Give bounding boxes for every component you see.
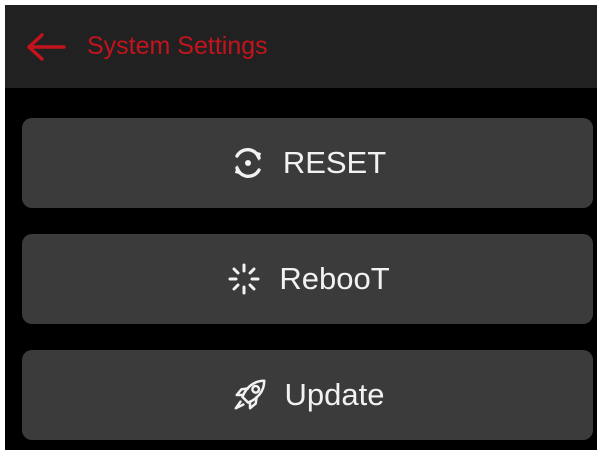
update-button[interactable]: Update [22,350,593,440]
arrow-left-icon [27,33,66,61]
update-label: Update [284,377,385,412]
header-bar: System Settings [5,5,597,88]
settings-screen: System Settings RESET RebooT Update [5,5,597,450]
reset-label: RESET [282,145,387,180]
reset-button[interactable]: RESET [22,118,593,208]
reboot-button[interactable]: RebooT [22,234,593,324]
refresh-icon [229,144,267,182]
page-title: System Settings [87,32,268,60]
back-button[interactable] [24,31,68,63]
rocket-icon [231,376,269,414]
reboot-label: RebooT [279,261,390,296]
loading-spinner-icon [225,260,263,298]
